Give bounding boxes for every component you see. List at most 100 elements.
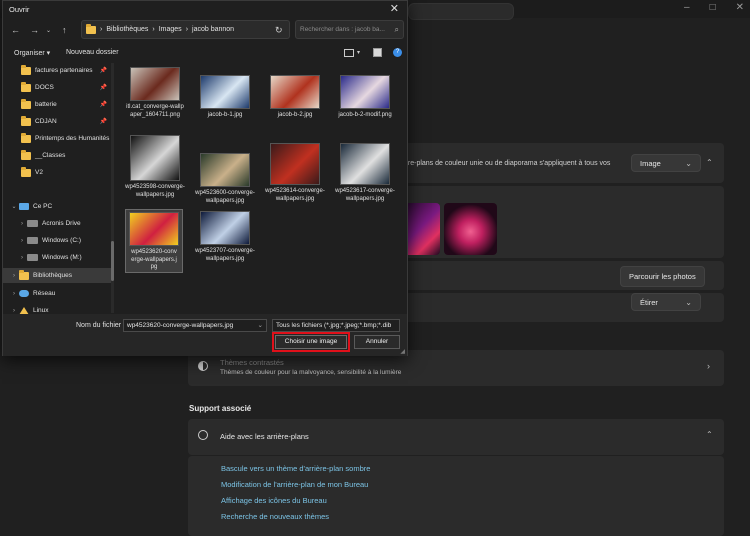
- sidebar-item-docs[interactable]: DOCS 📌: [3, 80, 113, 95]
- file-type-filter[interactable]: Tous les fichiers (*.jpg;*.jpeg;*.bmp;*.…: [272, 319, 400, 332]
- file-item[interactable]: wp4523598-converge-wallpapers.jpg: [121, 133, 189, 199]
- help-link-dark-theme[interactable]: Bascule vers un thème d'arrière-plan som…: [221, 464, 370, 473]
- resize-grip-icon[interactable]: ◢: [400, 348, 405, 355]
- search-input[interactable]: Rechercher dans : jacob ba... ⌕: [295, 20, 404, 39]
- settings-search-box[interactable]: [408, 3, 514, 20]
- chevron-down-icon[interactable]: ⌄: [258, 321, 263, 329]
- sidebar-item-acronis[interactable]: › Acronis Drive: [3, 216, 113, 231]
- sidebar-item-label: Acronis Drive: [42, 220, 81, 227]
- address-bar[interactable]: › Bibliothèques › Images › jacob bannon: [81, 20, 290, 39]
- chevron-down-icon[interactable]: ⌄: [46, 27, 51, 34]
- file-thumbnail: [340, 143, 390, 185]
- sidebar-item-label: Ce PC: [33, 203, 53, 210]
- breadcrumb-item[interactable]: jacob bannon: [192, 26, 234, 33]
- folder-icon: [86, 23, 96, 34]
- folder-icon: [21, 132, 31, 143]
- search-icon: ⌕: [394, 25, 399, 34]
- back-arrow-icon[interactable]: ←: [11, 25, 20, 35]
- chevron-up-icon[interactable]: ⌃: [706, 158, 713, 167]
- fit-value: Étirer: [640, 297, 658, 307]
- sidebar-item-batterie[interactable]: batterie 📌: [3, 97, 113, 112]
- pin-icon: 📌: [99, 102, 107, 108]
- close-icon[interactable]: ✕: [390, 2, 399, 15]
- globe-icon: [198, 430, 208, 440]
- sidebar-item-label: Windows (M:): [42, 254, 82, 261]
- cancel-button[interactable]: Annuler: [354, 335, 400, 349]
- chevron-right-icon[interactable]: ›: [9, 308, 19, 314]
- minimize-icon[interactable]: –: [684, 2, 690, 13]
- dialog-footer: Nom du fichier : wp4523620-converge-wall…: [3, 314, 407, 356]
- chevron-right-icon[interactable]: ›: [9, 291, 19, 297]
- drive-icon: [27, 220, 38, 227]
- sidebar-item-linux[interactable]: › Linux: [3, 303, 113, 314]
- sidebar-item-network[interactable]: › Réseau: [3, 286, 113, 301]
- chevron-right-icon[interactable]: ›: [17, 238, 27, 244]
- chevron-right-icon[interactable]: ›: [17, 221, 27, 227]
- contrast-title: Thèmes contrastés: [220, 358, 284, 367]
- close-icon[interactable]: ✕: [736, 2, 744, 13]
- organize-menu[interactable]: Organiser ▾: [14, 49, 50, 57]
- file-name: jacob-b-2-modif.png: [338, 112, 392, 118]
- contrast-description: Thèmes de couleur pour la malvoyance, se…: [220, 369, 402, 376]
- folder-icon: [21, 115, 31, 126]
- breadcrumb-separator: ›: [185, 26, 189, 33]
- open-button[interactable]: Choisir une image: [272, 332, 350, 352]
- filename-input[interactable]: wp4523620-converge-wallpapers.jpg ⌄: [123, 319, 267, 332]
- file-name: wp4523598-converge-wallpapers.jpg: [125, 184, 185, 198]
- sidebar-scrollbar-thumb[interactable]: [111, 241, 114, 281]
- recent-image-2[interactable]: [444, 203, 497, 255]
- chevron-up-icon[interactable]: ⌃: [706, 430, 713, 439]
- file-item[interactable]: itl.cat_converge-wallpaper_1604711.png: [121, 65, 189, 119]
- file-item[interactable]: wp4523600-converge-wallpapers.jpg: [191, 151, 259, 205]
- maximize-icon[interactable]: □: [710, 2, 716, 13]
- file-item[interactable]: jacob-b-2-modif.png: [331, 73, 399, 120]
- fit-select[interactable]: Étirer ⌄: [631, 293, 701, 311]
- organize-label: Organiser: [14, 50, 45, 57]
- breadcrumb-item[interactable]: Images: [159, 26, 182, 33]
- file-item[interactable]: wp4523617-converge-wallpapers.jpg: [331, 141, 399, 203]
- background-apply-text: ère-plans de couleur unie ou de diaporam…: [404, 160, 611, 167]
- background-type-select[interactable]: Image ⌄: [631, 154, 701, 172]
- chevron-right-icon[interactable]: ›: [17, 255, 27, 261]
- support-section-title: Support associé: [189, 404, 252, 413]
- file-thumbnail: [129, 212, 179, 246]
- file-item-selected[interactable]: wp4523620-converge-wallpapers.jpg: [125, 209, 183, 273]
- file-thumbnail: [270, 143, 320, 185]
- sidebar-item-label: V2: [35, 169, 43, 176]
- browse-photos-button[interactable]: Parcourir les photos: [620, 266, 705, 287]
- file-item[interactable]: wp4523614-converge-wallpapers.jpg: [261, 141, 329, 203]
- file-name: wp4523600-converge-wallpapers.jpg: [195, 190, 255, 204]
- dialog-title: Ouvrir: [9, 5, 30, 14]
- help-link-new-themes[interactable]: Recherche de nouveaux thèmes: [221, 512, 329, 521]
- refresh-icon[interactable]: ↻: [275, 25, 283, 36]
- file-item[interactable]: jacob-b-2.jpg: [261, 73, 329, 120]
- sidebar-item-libraries[interactable]: › Bibliothèques: [3, 268, 113, 283]
- sidebar-item-classes[interactable]: __Classes: [3, 148, 113, 163]
- help-link-change-background[interactable]: Modification de l'arrière-plan de mon Bu…: [221, 480, 368, 489]
- chevron-down-icon[interactable]: ▾: [357, 49, 360, 56]
- sidebar-item-factures[interactable]: factures partenaires 📌: [3, 63, 113, 78]
- file-item[interactable]: wp4523707-converge-wallpapers.jpg: [191, 209, 259, 263]
- sidebar-item-this-pc[interactable]: ⌄ Ce PC: [3, 199, 113, 214]
- view-options-icon[interactable]: [344, 49, 354, 57]
- sidebar-item-drive-c[interactable]: › Windows (C:): [3, 233, 113, 248]
- help-title: Aide avec les arrière-plans: [220, 432, 309, 441]
- chevron-right-icon[interactable]: ›: [9, 273, 19, 279]
- new-folder-button[interactable]: Nouveau dossier: [66, 49, 119, 56]
- sidebar-item-drive-m[interactable]: › Windows (M:): [3, 250, 113, 265]
- up-arrow-icon[interactable]: ↑: [62, 25, 67, 35]
- breadcrumb-item[interactable]: Bibliothèques: [106, 26, 148, 33]
- forward-arrow-icon[interactable]: →: [30, 25, 39, 35]
- help-icon[interactable]: ?: [393, 48, 402, 57]
- drive-icon: [27, 237, 38, 244]
- sidebar-item-v2[interactable]: V2: [3, 165, 113, 180]
- preview-pane-icon[interactable]: [373, 48, 382, 57]
- file-item[interactable]: jacob-b-1.jpg: [191, 73, 259, 120]
- sidebar-item-label: Réseau: [33, 290, 56, 297]
- file-type-value: Tous les fichiers (*.jpg;*.jpeg;*.bmp;*.…: [276, 322, 392, 329]
- sidebar-item-cdjan[interactable]: CDJAN 📌: [3, 114, 113, 129]
- sidebar-item-printemps[interactable]: Printemps des Humanités: [3, 131, 113, 146]
- chevron-down-icon[interactable]: ⌄: [9, 203, 19, 210]
- pin-icon: 📌: [99, 119, 107, 125]
- help-link-desktop-icons[interactable]: Affichage des icônes du Bureau: [221, 496, 327, 505]
